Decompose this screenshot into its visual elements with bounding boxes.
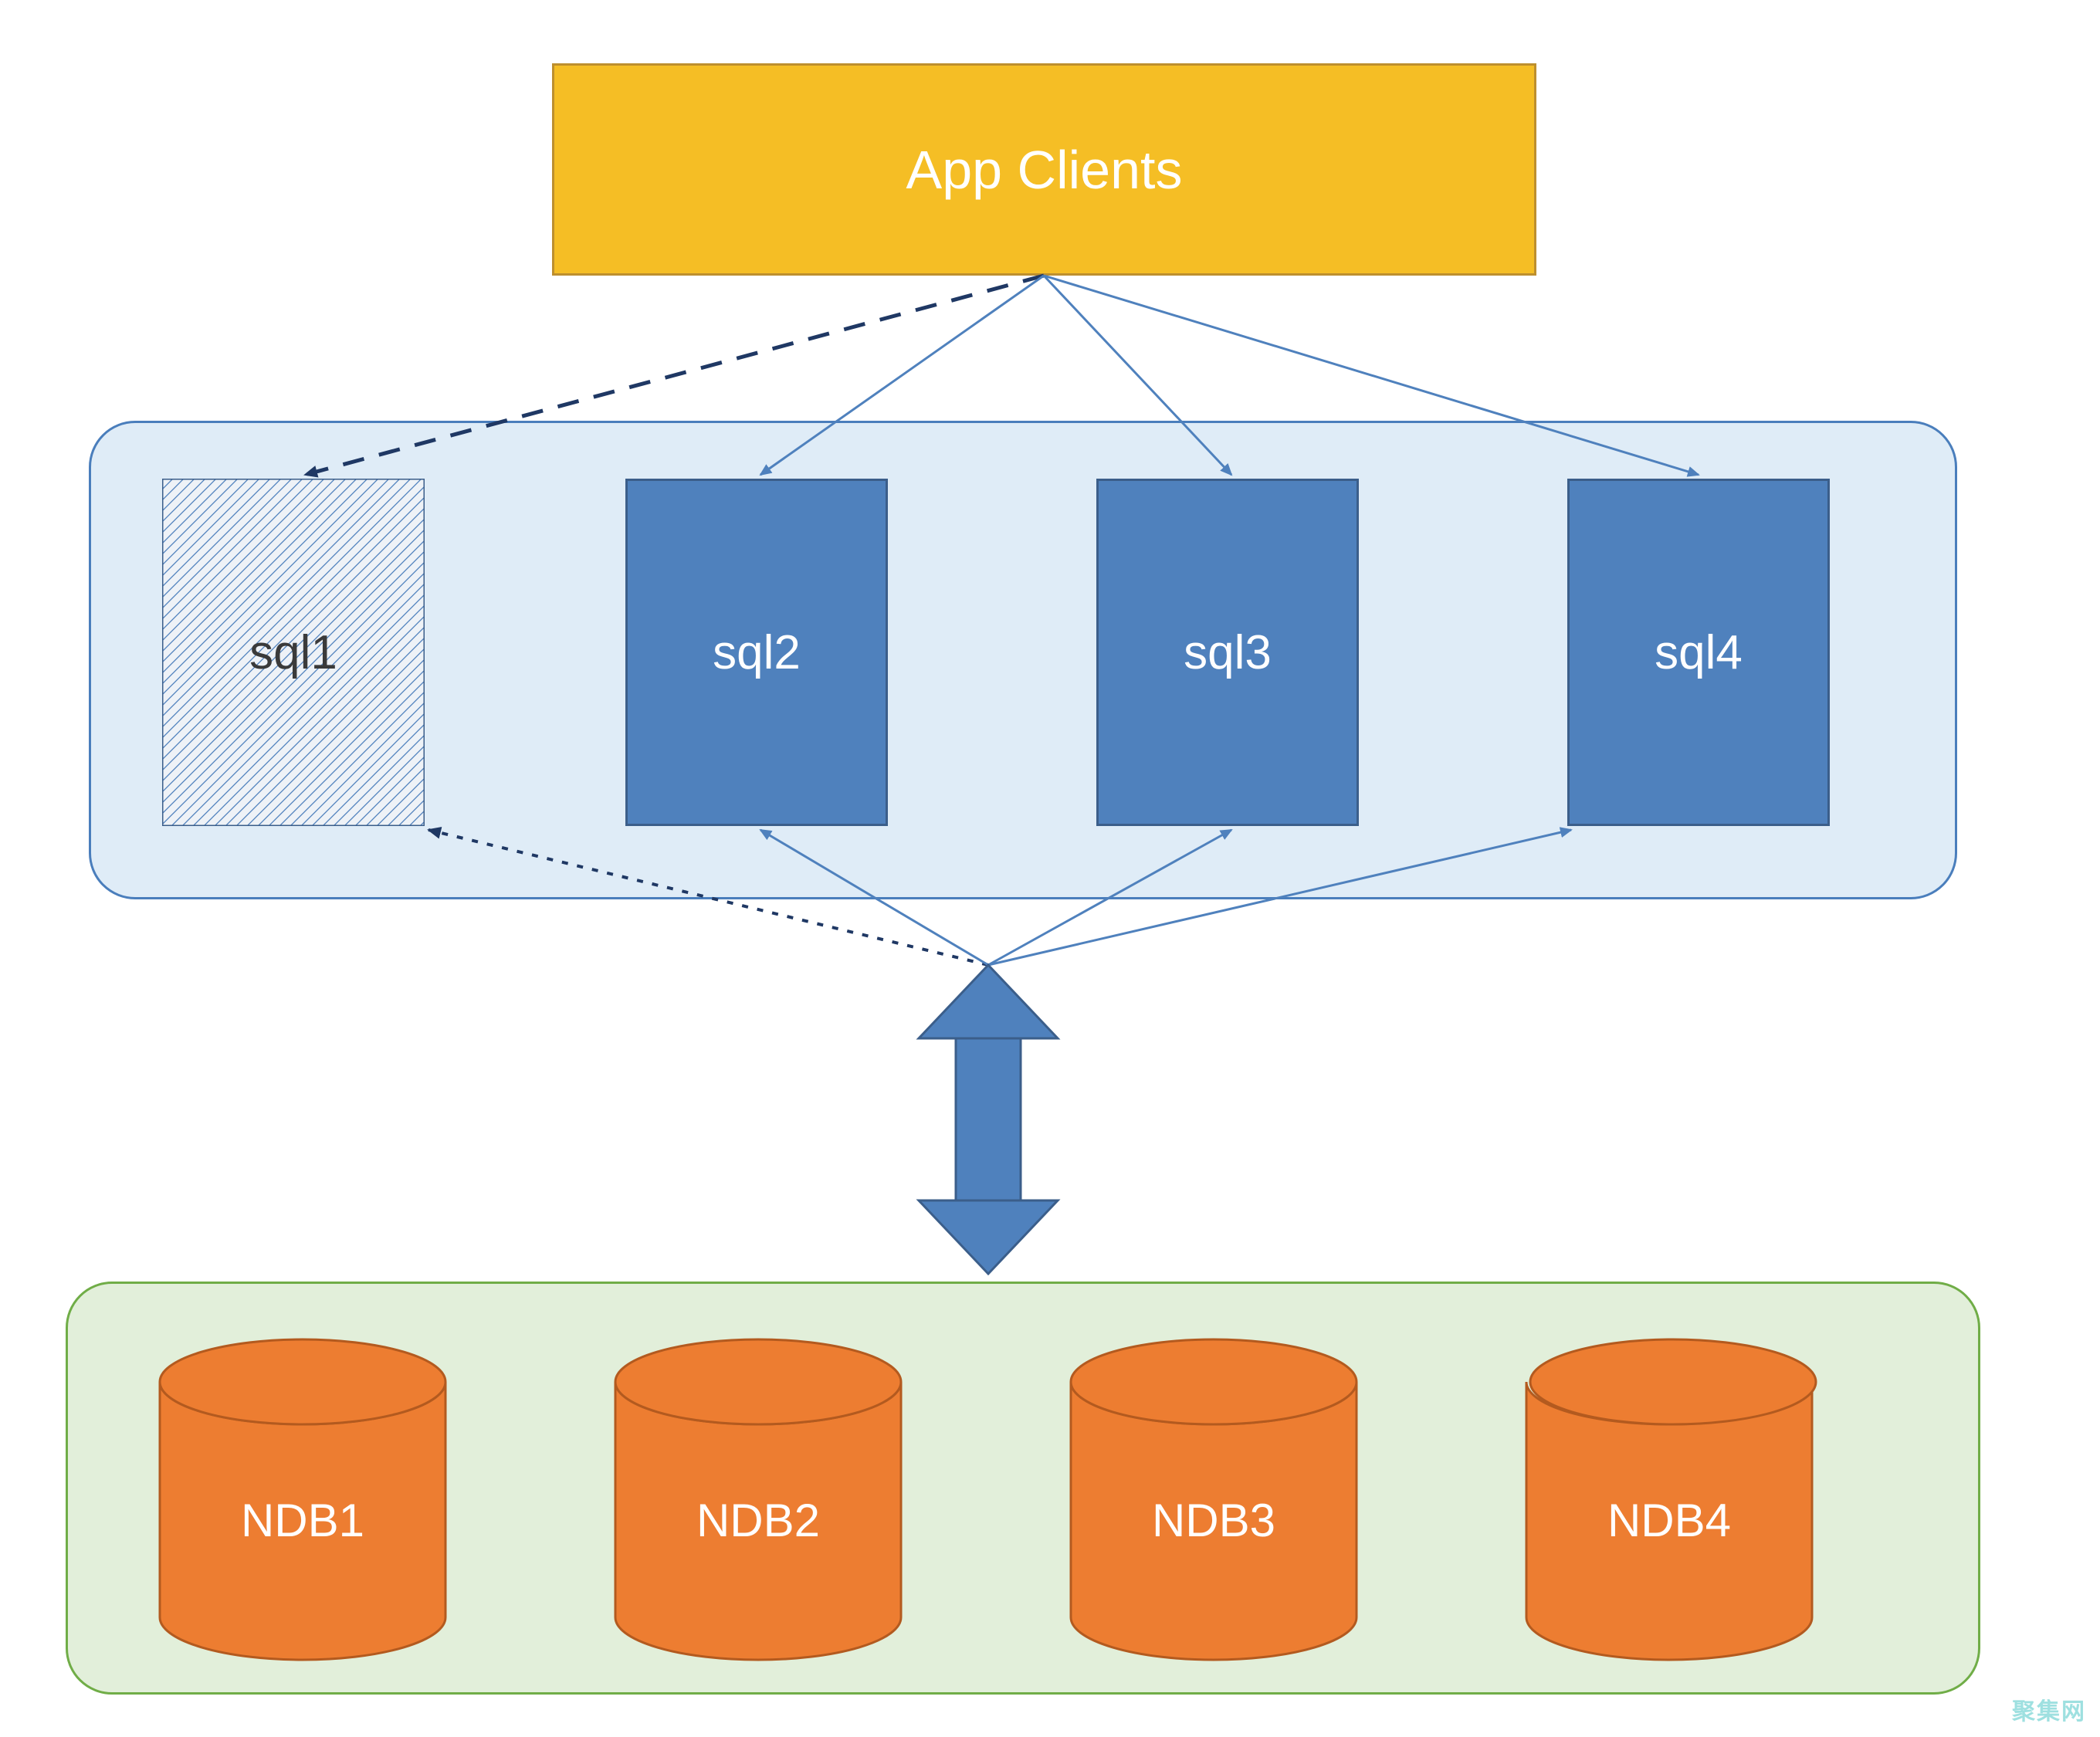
- arrow-clients-to-sql4: [1044, 276, 1699, 475]
- arrow-hub-to-sql2: [760, 830, 988, 965]
- arrow-clients-to-sql3: [1044, 276, 1231, 475]
- watermark-text: 聚集网: [2012, 1692, 2086, 1726]
- arrow-clients-to-sql1: [305, 276, 1044, 475]
- arrow-hub-to-sql3: [988, 830, 1231, 965]
- double-arrow-sql-ndb: [919, 965, 1058, 1274]
- connectors-layer: [0, 0, 2100, 1737]
- arrow-hub-to-sql1: [428, 830, 988, 965]
- arrow-clients-to-sql2: [760, 276, 1044, 475]
- sql1-label: sql1: [249, 625, 337, 680]
- arrow-hub-to-sql4: [988, 830, 1571, 965]
